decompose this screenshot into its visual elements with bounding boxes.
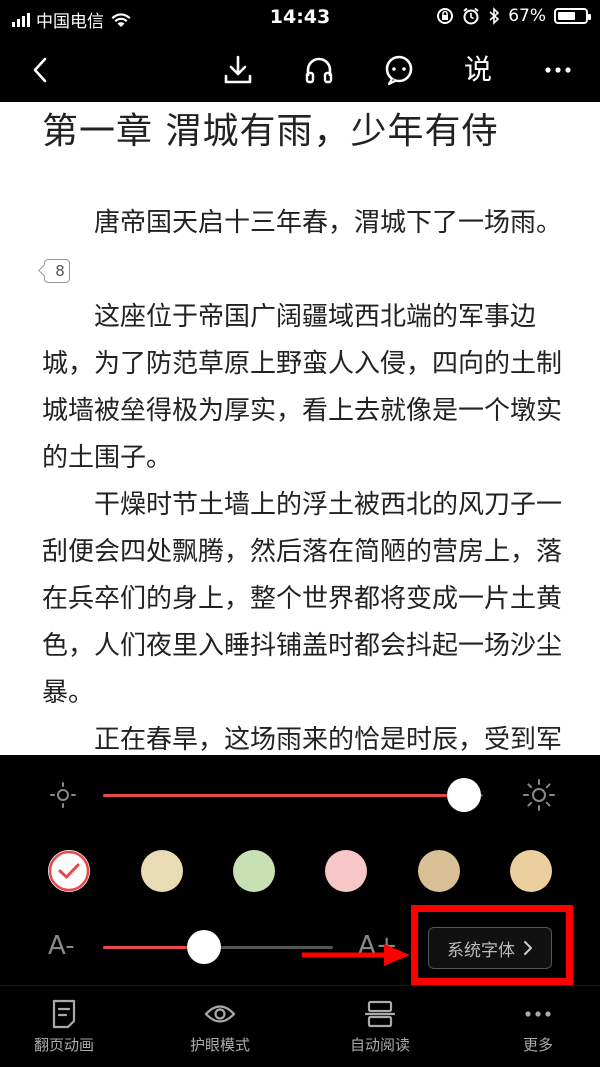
brightness-high-icon xyxy=(523,779,555,811)
battery-icon xyxy=(554,8,591,24)
paragraph: 这座位于帝国广阔疆域西北端的军事边城，为了防范草原上野蛮人入侵，四向的土制城墙被… xyxy=(42,302,563,473)
eye-icon xyxy=(204,1005,236,1023)
back-button[interactable] xyxy=(20,50,60,90)
reader-toolbar: 说 xyxy=(0,36,600,102)
document-icon xyxy=(52,999,76,1029)
tab-label: 自动阅读 xyxy=(349,1036,410,1054)
tab-label: 翻页动画 xyxy=(33,1036,94,1054)
annotation-arrow xyxy=(302,944,410,966)
bottom-tab-bar: 翻页动画 护眼模式 自动阅读 更多 xyxy=(0,985,600,1067)
comment-icon xyxy=(385,55,413,86)
tab-label: 更多 xyxy=(522,1036,553,1054)
theme-swatch-green[interactable] xyxy=(233,850,275,892)
chapter-title: 第一章 渭城有雨，少年有侍 xyxy=(42,111,499,152)
headphones-icon xyxy=(305,57,333,84)
comments-button[interactable] xyxy=(379,50,419,90)
paragraph: 干燥时节土墙上的浮土被西北的风刀子一刮便会四处飘腾，然后落在简陋的营房上，落在兵… xyxy=(42,490,563,708)
theme-swatch-white[interactable] xyxy=(48,850,90,892)
status-bar: 中国电信 14:43 67% xyxy=(0,0,600,36)
brightness-slider-thumb[interactable] xyxy=(447,778,481,812)
annotation-highlight-box xyxy=(411,905,573,985)
listen-button[interactable] xyxy=(299,50,339,90)
tab-auto-read[interactable]: 自动阅读 xyxy=(320,994,440,1055)
checkmark-icon xyxy=(48,850,90,892)
tab-page-turn-animation[interactable]: 翻页动画 xyxy=(4,994,124,1055)
download-button[interactable] xyxy=(218,50,258,90)
rotation-lock-icon xyxy=(437,8,454,24)
speak-button[interactable]: 说 xyxy=(458,50,498,90)
note-badge[interactable]: 8 xyxy=(44,258,70,283)
bluetooth-icon xyxy=(489,7,500,25)
ellipsis-icon xyxy=(545,67,571,73)
auto-read-icon xyxy=(365,1000,395,1028)
theme-swatch-light-wood[interactable] xyxy=(510,850,552,892)
download-icon xyxy=(224,55,252,84)
paragraph: 唐帝国天启十三年春，渭城下了一场雨。 8 xyxy=(42,200,562,294)
font-decrease-button[interactable]: A- xyxy=(48,931,75,961)
more-options-button[interactable] xyxy=(538,50,578,90)
chevron-left-icon xyxy=(33,57,47,83)
theme-swatch-pink[interactable] xyxy=(325,850,367,892)
brightness-low-icon xyxy=(50,782,76,808)
speak-label: 说 xyxy=(463,53,492,86)
alarm-icon xyxy=(463,7,479,25)
battery-percent: 67% xyxy=(508,6,546,26)
tab-more[interactable]: 更多 xyxy=(478,994,598,1055)
theme-swatch-beige[interactable] xyxy=(141,850,183,892)
chapter-body: 唐帝国天启十三年春，渭城下了一场雨。 8 这座位于帝国广阔疆域西北端的军事边城，为… xyxy=(42,200,562,755)
paragraph-text: 唐帝国天启十三年春，渭城下了一场雨。 xyxy=(94,208,563,238)
font-size-slider-thumb[interactable] xyxy=(187,930,222,964)
tab-label: 护眼模式 xyxy=(189,1036,250,1054)
brightness-slider[interactable] xyxy=(103,778,483,812)
reading-area[interactable]: 第一章 渭城有雨，少年有侍 唐帝国天启十三年春，渭城下了一场雨。 8 这座位于帝国… xyxy=(0,102,600,755)
theme-swatch-wood[interactable] xyxy=(418,850,460,892)
font-size-slider[interactable] xyxy=(103,930,333,964)
paragraph: 正在春旱，这场雨来的恰是时辰，受到军卒们的热烈欢迎，甚至有不少人特意跑到营房外淋… xyxy=(94,725,563,755)
ellipsis-icon xyxy=(525,1011,551,1017)
tab-eye-care-mode[interactable]: 护眼模式 xyxy=(160,994,280,1055)
